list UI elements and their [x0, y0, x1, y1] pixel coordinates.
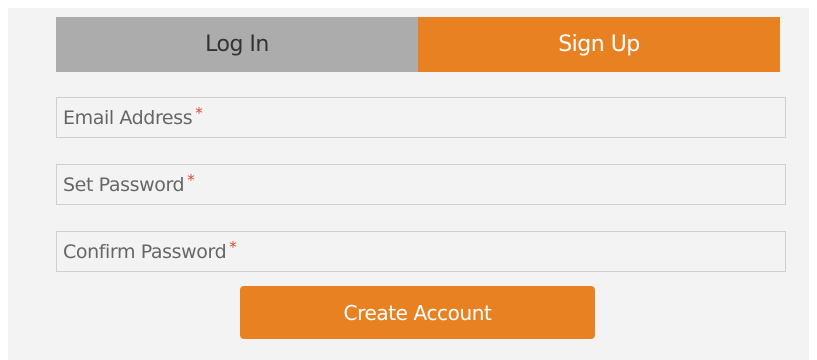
auth-tabs: Log In Sign Up — [56, 17, 780, 72]
email-field[interactable]: Email Address * — [56, 97, 786, 138]
required-asterisk: * — [187, 170, 195, 189]
required-asterisk: * — [229, 237, 237, 256]
confirm-password-field-label: Confirm Password — [63, 240, 227, 263]
email-field-label: Email Address — [63, 106, 193, 129]
create-account-button[interactable]: Create Account — [240, 286, 595, 339]
set-password-field[interactable]: Set Password * — [56, 164, 786, 205]
confirm-password-field[interactable]: Confirm Password * — [56, 231, 786, 272]
tab-log-in-label: Log In — [205, 32, 269, 57]
tab-log-in[interactable]: Log In — [56, 17, 418, 72]
tab-sign-up-label: Sign Up — [558, 32, 640, 57]
set-password-field-label: Set Password — [63, 173, 185, 196]
required-asterisk: * — [195, 103, 203, 122]
create-account-button-label: Create Account — [343, 300, 492, 325]
tab-sign-up[interactable]: Sign Up — [418, 17, 780, 72]
signup-panel: Log In Sign Up Email Address * Set Passw… — [8, 8, 809, 360]
